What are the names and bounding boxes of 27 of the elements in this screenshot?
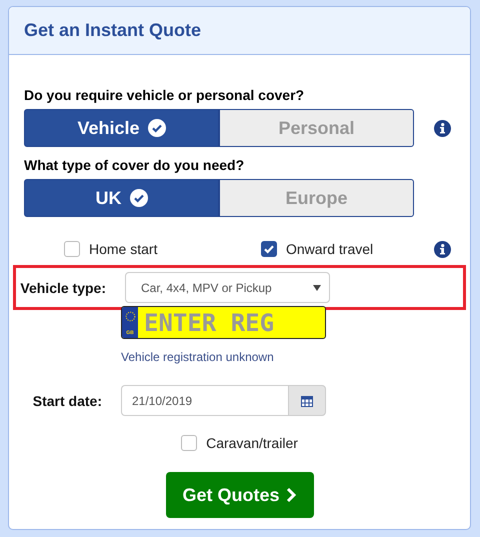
get-quotes-button[interactable]: Get Quotes bbox=[166, 472, 314, 518]
check-circle-icon bbox=[130, 189, 148, 207]
stars-icon bbox=[124, 311, 136, 322]
toggle-button[interactable]: Vehicle bbox=[24, 109, 219, 147]
checkbox[interactable] bbox=[181, 435, 198, 451]
chevron-right-icon bbox=[286, 487, 296, 503]
calendar-button[interactable] bbox=[288, 385, 326, 416]
checkbox-label: Caravan/trailer bbox=[206, 435, 298, 451]
check-icon bbox=[263, 243, 275, 255]
info-icon[interactable] bbox=[434, 240, 451, 258]
registration-unknown-link[interactable]: Vehicle registration unknown bbox=[121, 350, 326, 364]
checkbox-label: Onward travel bbox=[286, 241, 374, 257]
checkbox[interactable] bbox=[64, 241, 80, 257]
calendar-icon bbox=[301, 394, 313, 406]
caret-icon bbox=[313, 284, 321, 290]
field-label: Vehicle type: bbox=[20, 280, 106, 296]
question-label: What type of cover do you need? bbox=[24, 157, 246, 173]
checkbox-label: Home start bbox=[89, 241, 158, 257]
check-circle-icon bbox=[148, 119, 166, 137]
checkbox[interactable] bbox=[261, 241, 277, 257]
field-label: Start date: bbox=[32, 392, 102, 408]
toggle-button[interactable]: UK bbox=[24, 179, 219, 217]
question-label: Do you require vehicle or personal cover? bbox=[24, 87, 306, 103]
info-icon[interactable] bbox=[434, 120, 451, 136]
panel-title: Get an Instant Quote bbox=[24, 20, 202, 41]
date-field[interactable]: 21/10/2019 bbox=[121, 385, 288, 416]
vehicle-type-select[interactable]: Car, 4x4, MPV or Pickup bbox=[125, 272, 330, 303]
